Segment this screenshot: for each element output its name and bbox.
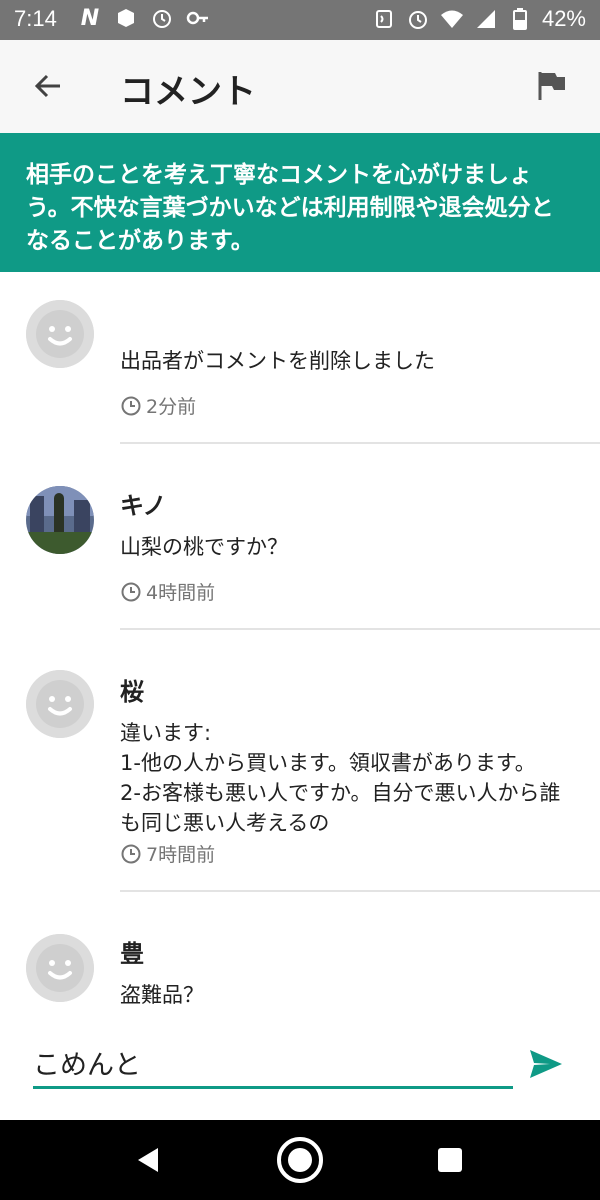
- nav-home-icon[interactable]: [276, 1136, 324, 1184]
- comment-list: 出品者がコメントを削除しました 2分前 キノ 山梨の桃ですか？ 4時間前 桜 違…: [0, 272, 600, 1020]
- nav-recent-apps-icon[interactable]: [430, 1140, 470, 1180]
- default-avatar-icon: [26, 934, 94, 1002]
- comment-item: 出品者がコメントを削除しました 2分前: [0, 272, 600, 444]
- comment-text: 山梨の桃ですか？: [120, 535, 288, 559]
- n-icon: N: [80, 5, 100, 31]
- comment-text: 盗難品？: [120, 983, 204, 1007]
- clock-icon: [121, 844, 141, 863]
- comment-time: 7時間前: [120, 840, 215, 867]
- avatar[interactable]: [26, 300, 94, 368]
- key-icon: [186, 6, 210, 30]
- clock-icon: [121, 396, 141, 415]
- comment-time: 4時間前: [120, 578, 215, 605]
- comment-time-label: 7時間前: [146, 844, 216, 866]
- page-title: コメント: [120, 72, 256, 112]
- status-bar: 7:14 N 42%: [0, 0, 600, 40]
- comment-text: 出品者がコメントを削除しました: [120, 349, 435, 373]
- comment-time-label: 2分前: [146, 396, 197, 418]
- comment-item: 豊 盗難品？: [0, 892, 600, 1020]
- arrow-back-icon: [34, 74, 60, 98]
- system-nav-bar: [0, 1120, 600, 1200]
- app-bar: コメント: [0, 40, 600, 133]
- status-time: 7:14: [14, 6, 57, 31]
- nav-back-icon[interactable]: [128, 1140, 168, 1180]
- battery-icon: [508, 7, 532, 31]
- avatar[interactable]: [26, 934, 94, 1002]
- comment-author[interactable]: 豊: [120, 934, 144, 969]
- photo-avatar-icon: [26, 486, 94, 554]
- comment-guideline-notice: 相手のことを考え丁寧なコメントを心がけましょう。不快な言葉づかいなどは利用制限や…: [0, 133, 600, 272]
- avatar[interactable]: [26, 670, 94, 738]
- send-button[interactable]: [522, 1040, 570, 1088]
- comment-text: 違います: 1-他の人から買います。領収書があります。 2-お客様も悪い人ですか…: [120, 721, 561, 835]
- default-avatar-icon: [26, 300, 94, 368]
- comment-time-label: 4時間前: [146, 582, 216, 604]
- avatar[interactable]: [26, 486, 94, 554]
- battery-percentage: 42%: [541, 6, 586, 31]
- comment-input[interactable]: [33, 1038, 513, 1089]
- back-button[interactable]: [24, 62, 72, 110]
- report-button[interactable]: [528, 62, 576, 110]
- wifi-icon: [440, 7, 464, 31]
- flag-icon: [538, 72, 565, 100]
- clock-icon: [121, 582, 141, 601]
- alarm-icon: [150, 6, 174, 30]
- alarm-icon: [406, 7, 430, 31]
- comment-item: キノ 山梨の桃ですか？ 4時間前: [0, 444, 600, 630]
- default-avatar-icon: [26, 670, 94, 738]
- comment-author[interactable]: キノ: [120, 486, 166, 521]
- comment-author[interactable]: 桜: [120, 672, 144, 707]
- send-icon: [530, 1050, 562, 1078]
- comment-input-bar: [0, 1020, 600, 1120]
- comment-item: 桜 違います: 1-他の人から買います。領収書があります。 2-お客様も悪い人で…: [0, 630, 600, 892]
- comment-time: 2分前: [120, 392, 196, 419]
- nfc-icon: [372, 7, 396, 31]
- signal-icon: [474, 7, 498, 31]
- notification-icon: [114, 6, 138, 30]
